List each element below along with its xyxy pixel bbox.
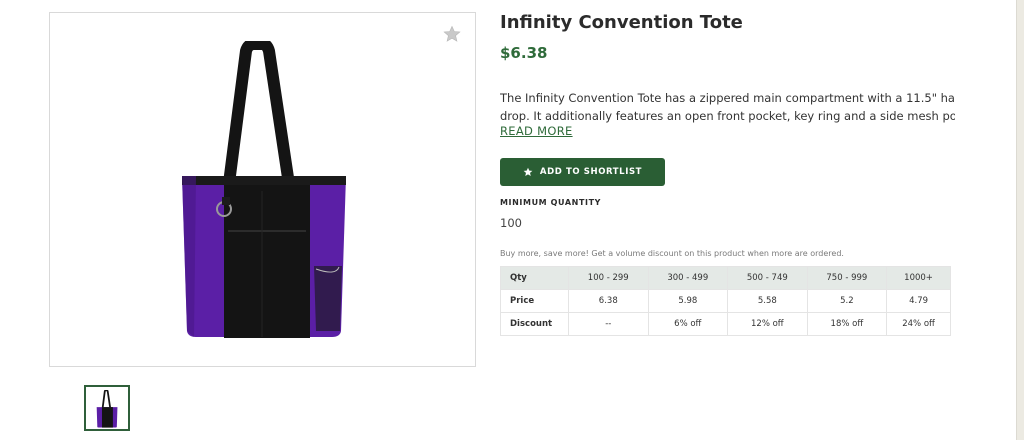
table-cell: Price: [500, 289, 569, 313]
product-image-frame: [49, 12, 476, 367]
favorite-star-icon[interactable]: [443, 25, 461, 43]
minimum-quantity-value: 100: [500, 216, 522, 230]
thumbnail-image: [96, 390, 118, 428]
product-description: The Infinity Convention Tote has a zippe…: [500, 89, 955, 125]
product-thumbnail[interactable]: [84, 385, 130, 431]
table-cell: 5.98: [647, 289, 729, 313]
table-cell: 5.58: [727, 289, 808, 313]
header-cell: 1000+: [886, 266, 951, 290]
description-line-1: The Infinity Convention Tote has a zippe…: [500, 91, 955, 105]
table-cell: 18% off: [806, 312, 888, 336]
table-cell: 4.79: [886, 289, 951, 313]
star-icon: [523, 167, 533, 176]
table-cell: 24% off: [886, 312, 951, 336]
header-cell: 750 - 999: [806, 266, 888, 290]
product-price: $6.38: [500, 44, 548, 62]
add-to-shortlist-label: ADD TO SHORTLIST: [539, 167, 643, 177]
volume-discount-note: Buy more, save more! Get a volume discou…: [500, 249, 844, 258]
header-cell: Qty: [500, 266, 569, 290]
table-cell: 6% off: [647, 312, 729, 336]
volume-pricing-table: Qty 100 - 299 300 - 499 500 - 749 750 - …: [500, 266, 951, 336]
product-title: Infinity Convention Tote: [500, 12, 743, 33]
product-image: [182, 41, 346, 338]
product-page: Infinity Convention Tote $6.38 The Infin…: [0, 0, 1016, 440]
table-cell: Discount: [500, 312, 569, 336]
table-cell: 12% off: [727, 312, 808, 336]
table-cell: 5.2: [806, 289, 888, 313]
pricing-header-row: Qty 100 - 299 300 - 499 500 - 749 750 - …: [500, 266, 951, 290]
header-cell: 100 - 299: [568, 266, 649, 290]
page-edge: [1016, 0, 1024, 440]
table-cell: 6.38: [568, 289, 649, 313]
price-row: Price 6.38 5.98 5.58 5.2 4.79: [500, 289, 951, 313]
read-more-link[interactable]: READ MORE: [500, 124, 573, 138]
header-cell: 500 - 749: [727, 266, 808, 290]
description-line-2: drop. It additionally features an open f…: [500, 109, 955, 123]
discount-row: Discount -- 6% off 12% off 18% off 24% o…: [500, 312, 951, 336]
header-cell: 300 - 499: [647, 266, 729, 290]
minimum-quantity-label: MINIMUM QUANTITY: [500, 198, 602, 207]
table-cell: --: [568, 312, 649, 336]
add-to-shortlist-button[interactable]: ADD TO SHORTLIST: [500, 158, 665, 186]
